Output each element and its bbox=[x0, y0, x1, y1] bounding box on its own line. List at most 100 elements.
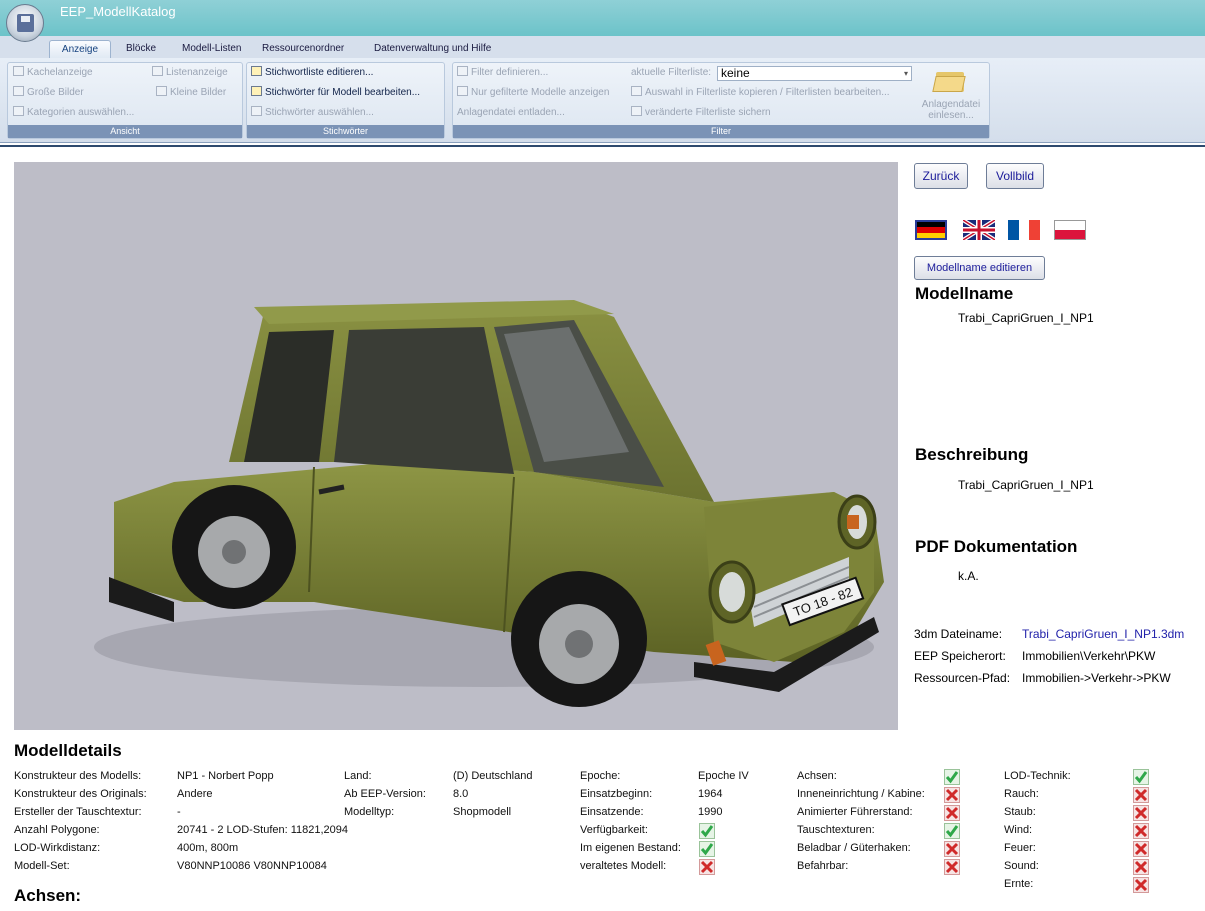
tab-datenverwaltung[interactable]: Datenverwaltung und Hilfe bbox=[374, 40, 491, 58]
check-icon bbox=[699, 841, 715, 857]
stichwoerter-bearbeiten-button[interactable]: Stichwörter für Modell bearbeiten... bbox=[251, 86, 420, 99]
epoche-value: Epoche IV bbox=[698, 770, 749, 782]
cross-icon bbox=[944, 787, 960, 803]
grosse-bilder-button[interactable]: Große Bilder bbox=[13, 86, 84, 99]
ernte-label: Ernte: bbox=[1004, 878, 1034, 890]
modelltyp-value: Shopmodell bbox=[453, 806, 512, 818]
magnifier-small-icon bbox=[156, 86, 167, 96]
lod-wirkdistanz-value: 400m, 800m bbox=[177, 842, 239, 854]
dateiname-label: 3dm Dateiname: bbox=[914, 627, 1003, 641]
kleine-bilder-button[interactable]: Kleine Bilder bbox=[156, 86, 226, 99]
nur-gefilterte-checkbox[interactable]: Nur gefilterte Modelle anzeigen bbox=[457, 86, 609, 99]
cross-icon bbox=[1133, 805, 1149, 821]
aktuelle-filterliste-label: aktuelle Filterliste: bbox=[631, 67, 712, 78]
model-preview[interactable]: TO 18 - 82 bbox=[14, 162, 898, 730]
cross-icon bbox=[1133, 841, 1149, 857]
cross-icon bbox=[1133, 877, 1149, 893]
cross-icon bbox=[944, 841, 960, 857]
filterliste-select[interactable]: keine ▾ bbox=[717, 66, 912, 81]
beschreibung-heading: Beschreibung bbox=[915, 445, 1029, 464]
uk-flag[interactable] bbox=[961, 218, 997, 242]
land-value: (D) Deutschland bbox=[453, 770, 533, 782]
pl-flag[interactable] bbox=[1054, 220, 1086, 240]
feuer-label: Feuer: bbox=[1004, 842, 1036, 854]
konstrukteur-original-label: Konstrukteur des Originals: bbox=[14, 788, 147, 800]
vollbild-button[interactable]: Vollbild bbox=[986, 163, 1044, 189]
veraltet-label: veraltetes Modell: bbox=[580, 860, 667, 872]
edit-list-icon bbox=[251, 66, 262, 76]
einsatzbeginn-label: Einsatzbeginn: bbox=[580, 788, 653, 800]
einsatzbeginn-value: 1964 bbox=[698, 788, 723, 800]
staub-label: Staub: bbox=[1004, 806, 1036, 818]
tab-ressourcenordner[interactable]: Ressourcenordner bbox=[262, 40, 344, 58]
pdf-heading: PDF Dokumentation bbox=[915, 537, 1078, 556]
inneneinrichtung-label: Inneneinrichtung / Kabine: bbox=[797, 788, 925, 800]
listenanzeige-button[interactable]: Listenanzeige bbox=[152, 66, 228, 79]
modell-set-label[interactable]: Modell-Set: bbox=[14, 860, 70, 873]
pfad-label: Ressourcen-Pfad: bbox=[914, 671, 1011, 685]
fr-flag[interactable] bbox=[1008, 220, 1041, 240]
auswahl-kopieren-button[interactable]: Auswahl in Filterliste kopieren / Filter… bbox=[631, 86, 890, 99]
eep-version-label: Ab EEP-Version: bbox=[344, 788, 426, 800]
stichwortliste-editieren-button[interactable]: Stichwortliste editieren... bbox=[251, 66, 373, 79]
de-flag[interactable] bbox=[915, 220, 947, 240]
polygone-label: Anzahl Polygone: bbox=[14, 824, 100, 836]
pdf-value: k.A. bbox=[958, 569, 979, 583]
tauschtexturen-label: Tauschtexturen: bbox=[797, 824, 875, 836]
fuehrerstand-label: Animierter Führerstand: bbox=[797, 806, 913, 818]
tags-icon bbox=[251, 86, 262, 96]
cross-icon bbox=[944, 805, 960, 821]
check-icon bbox=[1133, 769, 1149, 785]
anlagendatei-entladen-button[interactable]: Anlagendatei entladen... bbox=[457, 106, 565, 119]
filterliste-sichern-button[interactable]: veränderte Filterliste sichern bbox=[631, 106, 771, 119]
eigener-bestand-label: Im eigenen Bestand: bbox=[580, 842, 681, 854]
befahrbar-label: Befahrbar: bbox=[797, 860, 849, 872]
sound-label: Sound: bbox=[1004, 860, 1039, 872]
group-caption-ansicht: Ansicht bbox=[8, 125, 242, 138]
dateiname-link[interactable]: Trabi_CapriGruen_I_NP1.3dm bbox=[1022, 627, 1184, 641]
zurueck-button[interactable]: Zurück bbox=[914, 163, 968, 189]
copy-icon bbox=[631, 86, 642, 96]
filter-definieren-button[interactable]: Filter definieren... bbox=[457, 66, 548, 79]
modelltyp-label: Modelltyp: bbox=[344, 806, 395, 818]
speicherort-value: Immobilien\Verkehr\PKW bbox=[1022, 649, 1156, 663]
polygone-value: 20741 - 2 LOD-Stufen: 11821,2094 bbox=[177, 824, 349, 836]
chevron-down-icon: ▾ bbox=[903, 69, 908, 78]
beschreibung-value: Trabi_CapriGruen_I_NP1 bbox=[958, 478, 1094, 492]
tab-modell-listen[interactable]: Modell-Listen bbox=[182, 40, 241, 58]
checkbox-icon bbox=[457, 86, 468, 96]
land-label: Land: bbox=[344, 770, 372, 782]
car-render: TO 18 - 82 bbox=[94, 300, 884, 707]
pfad-value: Immobilien->Verkehr->PKW bbox=[1022, 671, 1171, 685]
cross-icon bbox=[944, 859, 960, 875]
tab-anzeige[interactable]: Anzeige bbox=[49, 40, 111, 59]
lod-technik-label: LOD-Technik: bbox=[1004, 770, 1071, 782]
modell-set-link[interactable]: V80NNP10086 V80NNP10084 bbox=[177, 860, 327, 873]
modelldetails-heading: Modelldetails bbox=[14, 741, 122, 760]
stichwoerter-auswaehlen-button[interactable]: Stichwörter auswählen... bbox=[251, 106, 374, 119]
eep-version-value: 8.0 bbox=[453, 788, 469, 800]
tab-bloecke[interactable]: Blöcke bbox=[126, 40, 156, 58]
ribbon-tab-bar bbox=[0, 36, 1205, 58]
kachelanzeige-button[interactable]: Kachelanzeige bbox=[13, 66, 93, 79]
save-disk-icon bbox=[17, 14, 34, 32]
konstrukteur-original-value: Andere bbox=[177, 788, 213, 800]
modellname-editieren-button[interactable]: Modellname editieren bbox=[914, 256, 1045, 280]
folder-icon[interactable] bbox=[932, 66, 966, 92]
wind-label: Wind: bbox=[1004, 824, 1033, 836]
rauch-label: Rauch: bbox=[1004, 788, 1039, 800]
verfuegbarkeit-label: Verfügbarkeit: bbox=[580, 824, 648, 836]
achsen-heading: Achsen: bbox=[14, 886, 82, 905]
cross-icon bbox=[1133, 859, 1149, 875]
group-caption-stichwoerter: Stichwörter bbox=[247, 125, 444, 138]
einsatzende-label: Einsatzende: bbox=[580, 806, 644, 818]
epoche-label: Epoche: bbox=[580, 770, 621, 782]
app-menu-button[interactable] bbox=[6, 4, 44, 42]
speicherort-label: EEP Speicherort: bbox=[914, 649, 1006, 663]
anlagendatei-einlesen-button[interactable]: Anlagendatei einlesen... bbox=[916, 99, 986, 121]
cross-icon bbox=[1133, 823, 1149, 839]
konstrukteur-modell-link[interactable]: NP1 - Norbert Popp bbox=[177, 770, 274, 783]
kategorien-button[interactable]: Kategorien auswählen... bbox=[13, 106, 134, 119]
select-icon bbox=[251, 106, 262, 116]
beladbar-label: Beladbar / Güterhaken: bbox=[797, 842, 911, 854]
